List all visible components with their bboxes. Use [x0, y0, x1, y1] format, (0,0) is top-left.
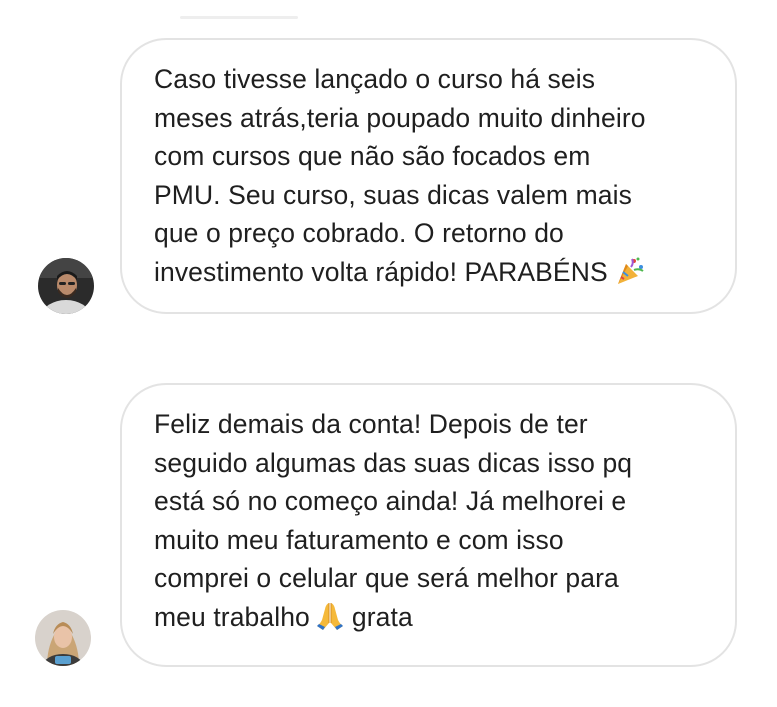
comment-text-line: seguido algumas das suas dicas isso pq [154, 447, 633, 478]
comment-text-line: que o preço cobrado. O retorno do [154, 218, 564, 248]
avatar[interactable] [35, 610, 91, 666]
avatar[interactable] [38, 258, 94, 314]
comment-text-line: meses atrás,teria poupado muito dinheiro [154, 102, 646, 133]
woman-avatar [35, 610, 91, 666]
comment-text-line: com cursos que não são focados em [154, 141, 591, 171]
comment-text-line: meu trabalho grata [154, 598, 711, 643]
divider [180, 16, 298, 19]
man-with-beard-avatar [38, 258, 94, 314]
comment-text-line: PMU. Seu curso, suas dicas valem mais [154, 179, 632, 210]
comment-text: meu trabalho [154, 601, 310, 632]
comment-text-line: muito meu faturamento e com isso [154, 524, 564, 555]
comment-bubble: Caso tivesse lançado o curso há seis mes… [120, 38, 737, 314]
comment-text-line: comprei o celular que será melhor para [154, 563, 619, 593]
comment-text-line: Caso tivesse lançado o curso há seis [154, 64, 596, 94]
folded-hands-icon [314, 600, 346, 643]
comment-text-line: está só no começo ainda! Já melhorei e [154, 486, 627, 516]
comment-bubble: Feliz demais da conta! Depois de ter seg… [120, 383, 737, 667]
comments-screen: Caso tivesse lançado o curso há seis mes… [0, 0, 777, 707]
party-popper-icon [614, 255, 646, 298]
comment-text: grata [351, 601, 413, 632]
comment-text: investimento volta rápido! PARABÉNS [154, 256, 608, 287]
comment-text-line: investimento volta rápido! PARABÉNS [154, 253, 711, 298]
comment-text-line: Feliz demais da conta! Depois de ter [154, 409, 588, 439]
